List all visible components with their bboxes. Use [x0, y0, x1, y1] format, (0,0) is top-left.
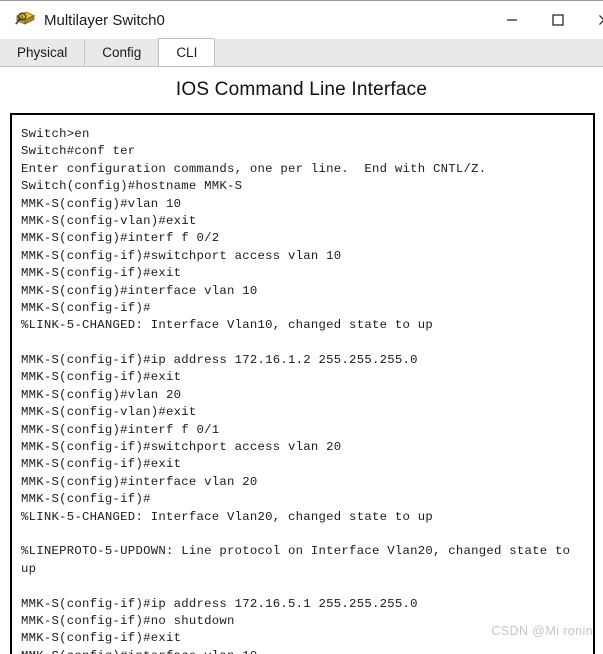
page-title: IOS Command Line Interface — [0, 67, 603, 110]
maximize-icon — [552, 14, 564, 26]
terminal-line: MMK-S(config)#interface vlan 10 — [21, 283, 593, 300]
terminal-line: MMK-S(config-if)#no shutdown — [21, 613, 593, 630]
maximize-button[interactable] — [535, 1, 581, 39]
multilayer-switch-window: $ Multilayer Switch0 — [0, 0, 603, 650]
minimize-button[interactable] — [489, 1, 535, 39]
terminal-line: MMK-S(config)#interface vlan 20 — [21, 474, 593, 491]
terminal-frame[interactable]: Switch>enSwitch#conf terEnter configurat… — [10, 113, 595, 654]
terminal-line: Switch(config)#hostname MMK-S — [21, 178, 593, 195]
terminal-line: MMK-S(config-if)#exit — [21, 369, 593, 386]
tab-config[interactable]: Config — [85, 39, 159, 66]
terminal-line: MMK-S(config-vlan)#exit — [21, 404, 593, 421]
minimize-icon — [506, 14, 518, 26]
svg-text:$: $ — [21, 14, 24, 21]
terminal-line: %LINK-5-CHANGED: Interface Vlan10, chang… — [21, 317, 593, 334]
tab-physical[interactable]: Physical — [0, 39, 85, 66]
tab-strip: Physical Config CLI — [0, 39, 603, 67]
window-title: Multilayer Switch0 — [44, 12, 165, 29]
terminal-output[interactable]: Switch>enSwitch#conf terEnter configurat… — [12, 115, 593, 654]
terminal-line: MMK-S(config)#interface vlan 10 — [21, 648, 593, 654]
terminal-line: %LINEPROTO-5-UPDOWN: Line protocol on In… — [21, 543, 593, 560]
terminal-line: MMK-S(config-vlan)#exit — [21, 213, 593, 230]
multilayer-switch-icon: $ — [14, 9, 36, 31]
terminal-line: %LINK-5-CHANGED: Interface Vlan20, chang… — [21, 509, 593, 526]
terminal-line: MMK-S(config)#vlan 10 — [21, 196, 593, 213]
terminal-line: MMK-S(config-if)# — [21, 491, 593, 508]
terminal-line: MMK-S(config)#vlan 20 — [21, 387, 593, 404]
tab-cli[interactable]: CLI — [158, 38, 215, 66]
terminal-line: up — [21, 561, 593, 578]
terminal-line: MMK-S(config-if)#ip address 172.16.1.2 2… — [21, 352, 593, 369]
close-button[interactable] — [581, 1, 603, 39]
terminal-line — [21, 526, 593, 543]
window-controls — [489, 1, 603, 39]
terminal-line: Enter configuration commands, one per li… — [21, 161, 593, 178]
title-bar: $ Multilayer Switch0 — [0, 1, 603, 39]
terminal-line — [21, 578, 593, 595]
terminal-line: MMK-S(config-if)#exit — [21, 265, 593, 282]
terminal-line: Switch#conf ter — [21, 143, 593, 160]
terminal-line: MMK-S(config)#interf f 0/1 — [21, 422, 593, 439]
terminal-line: MMK-S(config)#interf f 0/2 — [21, 230, 593, 247]
terminal-line: MMK-S(config-if)#ip address 172.16.5.1 2… — [21, 596, 593, 613]
terminal-line — [21, 335, 593, 352]
terminal-line: MMK-S(config-if)#switchport access vlan … — [21, 248, 593, 265]
terminal-line: Switch>en — [21, 126, 593, 143]
close-icon — [598, 14, 603, 26]
terminal-line: MMK-S(config-if)#exit — [21, 456, 593, 473]
terminal-line: MMK-S(config-if)# — [21, 300, 593, 317]
cli-pane: IOS Command Line Interface Switch>enSwit… — [0, 67, 603, 650]
terminal-line: MMK-S(config-if)#switchport access vlan … — [21, 439, 593, 456]
terminal-line: MMK-S(config-if)#exit — [21, 630, 593, 647]
